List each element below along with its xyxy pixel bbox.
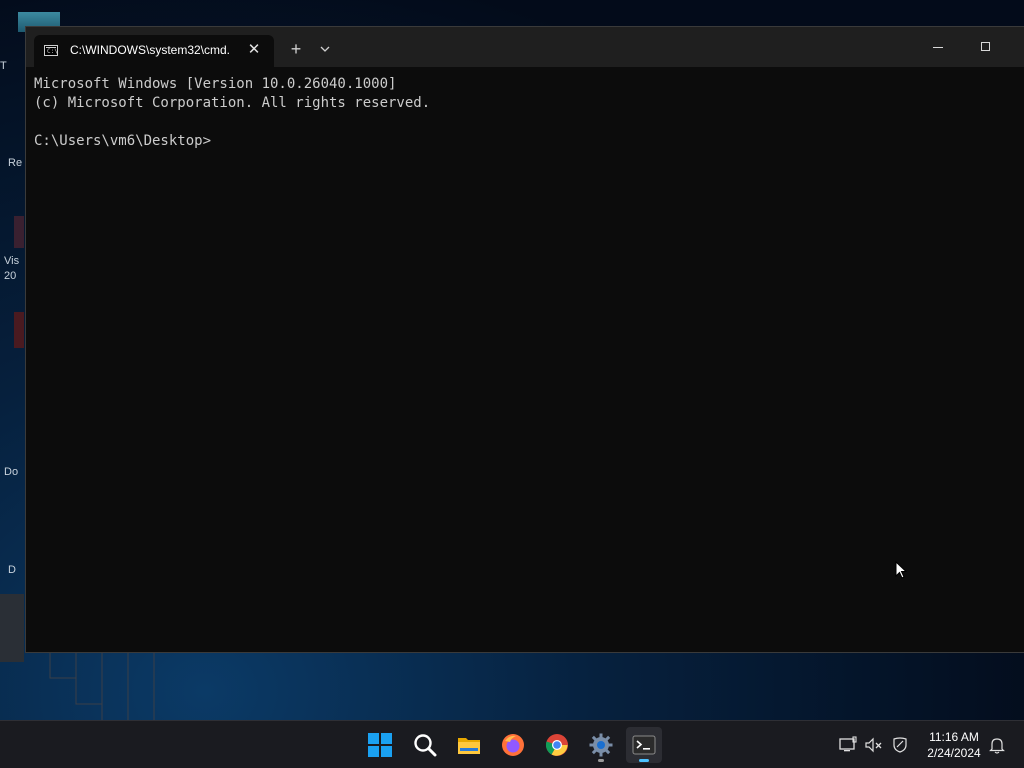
- console-line: (c) Microsoft Corporation. All rights re…: [34, 95, 431, 111]
- clock[interactable]: 11:16 AM 2/24/2024: [918, 729, 990, 761]
- desktop-icon-label: Do: [4, 466, 19, 478]
- security-shield-icon[interactable]: [890, 735, 910, 755]
- new-tab-button[interactable]: +: [286, 39, 306, 59]
- gear-icon: [589, 733, 613, 757]
- tab-cmd[interactable]: C:\ C:\WINDOWS\system32\cmd. ✕: [34, 35, 274, 67]
- active-indicator: [639, 759, 649, 762]
- desktop-background-lines: [49, 652, 155, 720]
- terminal-window[interactable]: C:\ C:\WINDOWS\system32\cmd. ✕ + Microso…: [25, 26, 1024, 653]
- chrome-button[interactable]: [539, 727, 575, 763]
- chevron-down-icon[interactable]: [316, 40, 334, 58]
- start-button[interactable]: [362, 727, 398, 763]
- notification-bell-icon[interactable]: [987, 735, 1007, 755]
- desktop-icon-label: 20: [4, 270, 17, 282]
- running-indicator: [598, 759, 604, 762]
- maximize-button[interactable]: [973, 37, 997, 57]
- title-bar[interactable]: C:\ C:\WINDOWS\system32\cmd. ✕ +: [26, 27, 1024, 67]
- desktop-icon-label: T: [0, 60, 7, 72]
- console-line: Microsoft Windows [Version 10.0.26040.10…: [34, 76, 397, 92]
- desktop-icon-thumbnail[interactable]: [0, 594, 24, 662]
- clock-time: 11:16 AM: [929, 730, 979, 744]
- desktop-icon-label: Vis: [4, 255, 20, 267]
- terminal-icon: [632, 735, 656, 755]
- clock-date: 2/24/2024: [927, 746, 981, 760]
- settings-button[interactable]: [583, 727, 619, 763]
- mouse-cursor-icon: [895, 561, 908, 579]
- network-icon[interactable]: [838, 735, 858, 755]
- chrome-icon: [545, 734, 568, 756]
- terminal-button[interactable]: [626, 727, 662, 763]
- firefox-button[interactable]: [495, 727, 531, 763]
- console-prompt: C:\Users\vm6\Desktop>: [34, 133, 212, 149]
- cmd-icon: C:\: [44, 45, 58, 56]
- search-icon: [414, 734, 437, 757]
- taskbar: 11:16 AM 2/24/2024: [0, 720, 1024, 768]
- desktop-icon-thumbnail[interactable]: [14, 312, 24, 348]
- console-output[interactable]: Microsoft Windows [Version 10.0.26040.10…: [34, 75, 1014, 151]
- windows-logo-icon: [368, 733, 392, 757]
- file-explorer-button[interactable]: [451, 727, 487, 763]
- firefox-icon: [502, 734, 524, 756]
- minimize-button[interactable]: [926, 37, 950, 57]
- folder-icon: [458, 738, 480, 754]
- search-button[interactable]: [407, 727, 443, 763]
- tab-title: C:\WINDOWS\system32\cmd.: [70, 43, 231, 57]
- volume-muted-icon[interactable]: [864, 735, 884, 755]
- desktop-icon-thumbnail[interactable]: [14, 216, 24, 248]
- close-tab-button[interactable]: ✕: [244, 40, 264, 60]
